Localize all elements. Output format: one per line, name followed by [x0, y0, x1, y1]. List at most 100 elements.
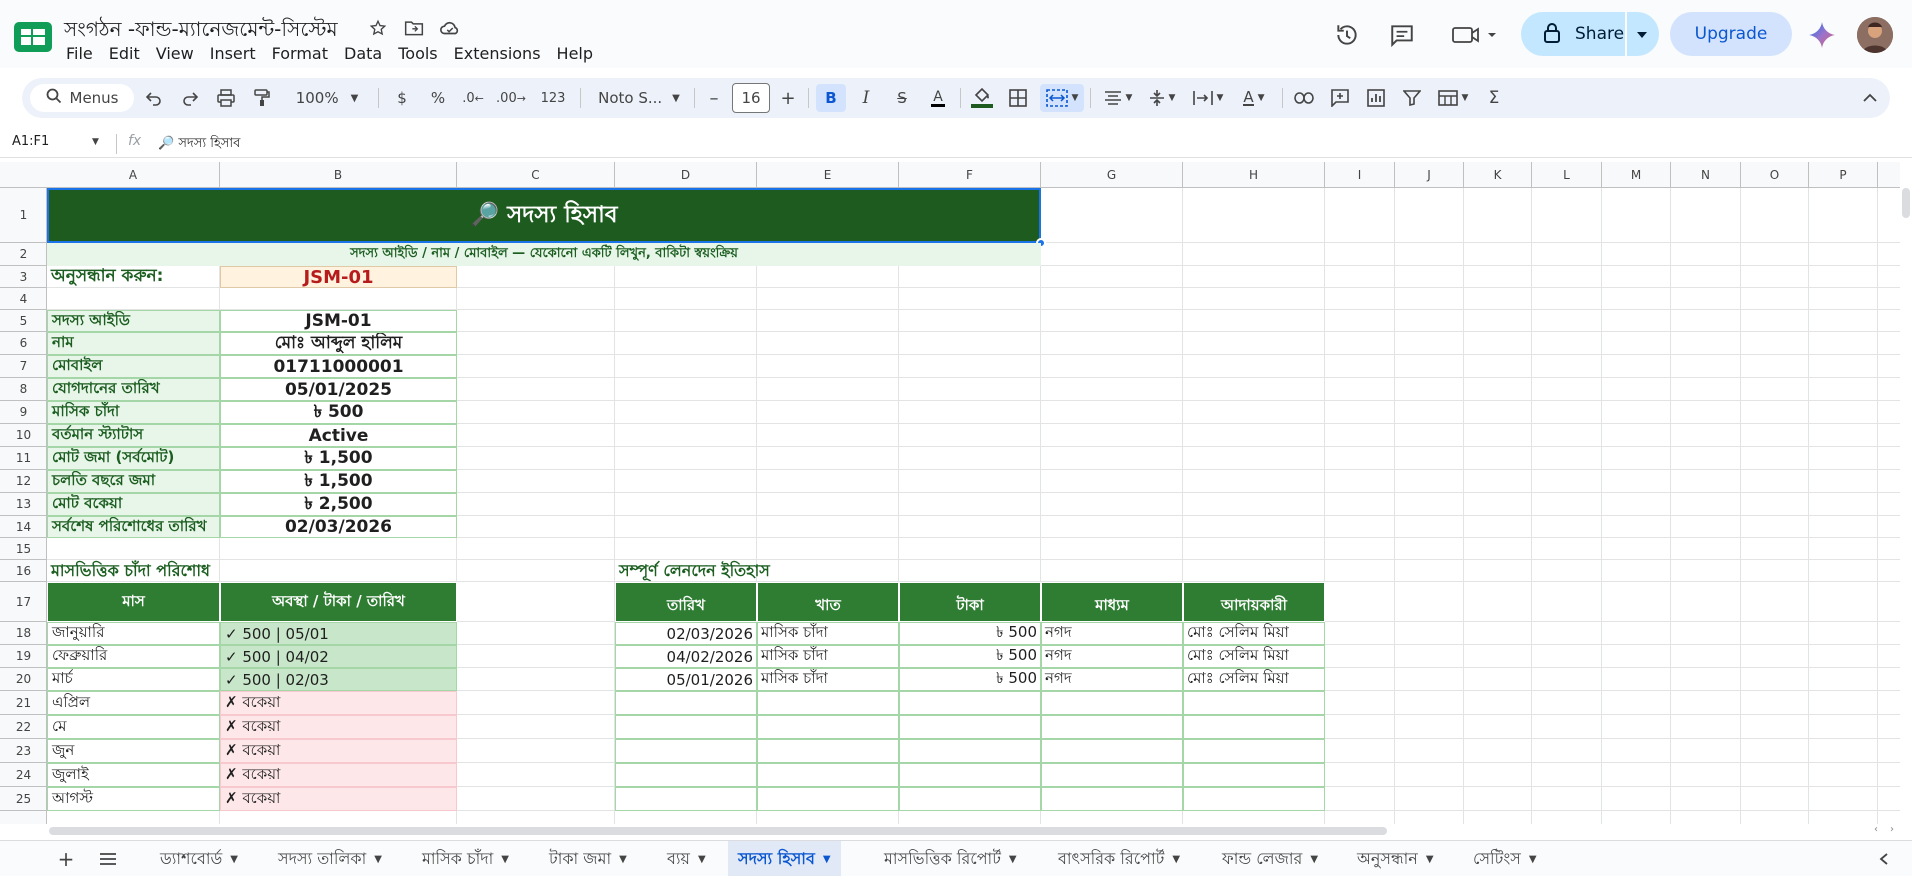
chevron-down-icon[interactable]: ▼	[698, 854, 706, 865]
collapse-icon[interactable]	[1856, 84, 1884, 112]
monthly-month[interactable]: মে	[47, 715, 220, 739]
chevron-down-icon[interactable]: ▼	[1529, 854, 1537, 865]
menu-view[interactable]: View	[148, 43, 202, 64]
rotate-icon[interactable]: A ▼	[1234, 84, 1274, 112]
avatar[interactable]	[1857, 17, 1893, 53]
info-value[interactable]: 01711000001	[220, 355, 457, 378]
comment-icon[interactable]	[1385, 18, 1419, 52]
sheet-tab[interactable]: ফান্ড লেজার ▼	[1222, 841, 1318, 876]
monthly-title[interactable]: মাসভিত্তিক চাঁদা পরিশোধ	[47, 560, 457, 582]
history-cell[interactable]	[1183, 715, 1325, 739]
cloud-status-icon[interactable]	[438, 16, 462, 40]
info-value[interactable]: ৳ 1,500	[220, 447, 457, 470]
history-cell[interactable]	[899, 739, 1041, 763]
monthly-header[interactable]: অবস্থা / টাকা / তারিখ	[220, 582, 457, 622]
meet-icon[interactable]	[1445, 18, 1505, 52]
history-cell[interactable]	[1041, 715, 1183, 739]
menu-data[interactable]: Data	[336, 43, 390, 64]
history-title[interactable]: সম্পূর্ণ লেনদেন ইতিহাস	[615, 560, 1041, 582]
monthly-status[interactable]: ✗ বকেয়া	[220, 691, 457, 715]
history-cell[interactable]: মাসিক চাঁদা	[757, 668, 899, 691]
share-dropdown-icon[interactable]	[1635, 27, 1649, 47]
all-sheets-icon[interactable]	[96, 841, 120, 876]
italic-icon[interactable]: I	[852, 84, 880, 112]
history-cell[interactable]	[757, 739, 899, 763]
info-value[interactable]: মোঃ আব্দুল হালিম	[220, 332, 457, 355]
monthly-month[interactable]: জুন	[47, 739, 220, 763]
chevron-down-icon[interactable]: ▼	[619, 854, 627, 865]
history-cell[interactable]: মাসিক চাঁদা	[757, 645, 899, 668]
share-button[interactable]: Share	[1521, 12, 1659, 56]
undo-icon[interactable]	[140, 84, 168, 112]
fill-color-icon[interactable]	[968, 84, 996, 112]
spreadsheet-grid[interactable]: ABCDEFGHIJKLMNOP 1 2 3 4 5 6 7 8 9 10 11 12 13 14 15 16…	[0, 162, 1900, 824]
monthly-status[interactable]: ✗ বকেয়া	[220, 763, 457, 787]
vertical-scrollbar[interactable]	[1900, 188, 1912, 828]
valign-icon[interactable]: ▼	[1142, 84, 1182, 112]
redo-icon[interactable]	[176, 84, 204, 112]
sheet-tab[interactable]: মাসিক চাঁদা ▼	[422, 841, 509, 876]
history-header[interactable]: টাকা	[899, 582, 1041, 622]
info-label[interactable]: মোট বকেয়া	[47, 493, 220, 516]
history-header[interactable]: খাত	[757, 582, 899, 622]
history-header[interactable]: মাধ্যম	[1041, 582, 1183, 622]
history-cell[interactable]	[615, 763, 757, 787]
history-cell[interactable]	[1041, 763, 1183, 787]
history-cell[interactable]	[1183, 691, 1325, 715]
chevron-down-icon[interactable]: ▼	[1172, 854, 1180, 865]
monthly-month[interactable]: জানুয়ারি	[47, 622, 220, 645]
history-cell[interactable]: 02/03/2026	[615, 622, 757, 645]
monthly-status[interactable]: ✓ 500 | 04/02	[220, 645, 457, 668]
sheet-nav-icon[interactable]	[1872, 841, 1896, 876]
zoom-select[interactable]: 100% ▼	[286, 84, 368, 112]
monthly-month[interactable]: এপ্রিল	[47, 691, 220, 715]
info-value[interactable]: 05/01/2025	[220, 378, 457, 401]
comment-add-icon[interactable]	[1326, 84, 1354, 112]
name-box[interactable]: A1:F1 ▼	[0, 130, 108, 157]
info-value[interactable]: Active	[220, 424, 457, 447]
sum-icon[interactable]: Σ	[1480, 84, 1508, 112]
info-label[interactable]: বর্তমান স্ট্যাটাস	[47, 424, 220, 447]
star-icon[interactable]	[366, 16, 390, 40]
chart-icon[interactable]	[1362, 84, 1390, 112]
history-icon[interactable]	[1330, 18, 1364, 52]
link-icon[interactable]	[1290, 84, 1318, 112]
chevron-down-icon[interactable]: ▼	[823, 854, 831, 865]
history-cell[interactable]: নগদ	[1041, 668, 1183, 691]
sheet-tab[interactable]: ড্যাশবোর্ড ▼	[160, 841, 238, 876]
sheet-tab[interactable]: সদস্য তালিকা ▼	[278, 841, 382, 876]
monthly-month[interactable]: জুলাই	[47, 763, 220, 787]
font-size-increase-button[interactable]: +	[776, 84, 800, 112]
history-cell[interactable]: ৳ 500	[899, 645, 1041, 668]
chevron-down-icon[interactable]: ▼	[1009, 854, 1017, 865]
monthly-status[interactable]: ✓ 500 | 02/03	[220, 668, 457, 691]
borders-icon[interactable]	[1004, 84, 1032, 112]
decrease-decimal-button[interactable]: .0 ←	[458, 84, 488, 112]
currency-format-button[interactable]: $	[388, 84, 416, 112]
history-cell[interactable]: মোঃ সেলিম মিয়া	[1183, 622, 1325, 645]
history-cell[interactable]: ৳ 500	[899, 622, 1041, 645]
chevron-down-icon[interactable]: ▼	[230, 854, 238, 865]
monthly-month[interactable]: ফেব্রুয়ারি	[47, 645, 220, 668]
history-cell[interactable]	[899, 691, 1041, 715]
percent-format-button[interactable]: %	[424, 84, 452, 112]
history-cell[interactable]	[899, 715, 1041, 739]
history-header[interactable]: তারিখ	[615, 582, 757, 622]
info-label[interactable]: যোগদানের তারিখ	[47, 378, 220, 401]
history-cell[interactable]: মাসিক চাঁদা	[757, 622, 899, 645]
scroll-right-icon[interactable]: ›	[1890, 824, 1894, 835]
history-cell[interactable]: নগদ	[1041, 645, 1183, 668]
history-cell[interactable]: 04/02/2026	[615, 645, 757, 668]
history-cell[interactable]	[899, 787, 1041, 811]
history-cell[interactable]: মোঃ সেলিম মিয়া	[1183, 645, 1325, 668]
monthly-status[interactable]: ✗ বকেয়া	[220, 715, 457, 739]
history-cell[interactable]: মোঃ সেলিম মিয়া	[1183, 668, 1325, 691]
scroll-left-icon[interactable]: ‹	[1874, 824, 1878, 835]
text-color-icon[interactable]: A	[924, 84, 952, 112]
history-cell[interactable]	[757, 715, 899, 739]
wrap-icon[interactable]: ▼	[1186, 84, 1230, 112]
paint-format-icon[interactable]	[248, 84, 276, 112]
sheet-tab[interactable]: বাৎসরিক রিপোর্ট ▼	[1058, 841, 1180, 876]
info-label[interactable]: সদস্য আইডি	[47, 310, 220, 332]
menu-edit[interactable]: Edit	[101, 43, 148, 64]
